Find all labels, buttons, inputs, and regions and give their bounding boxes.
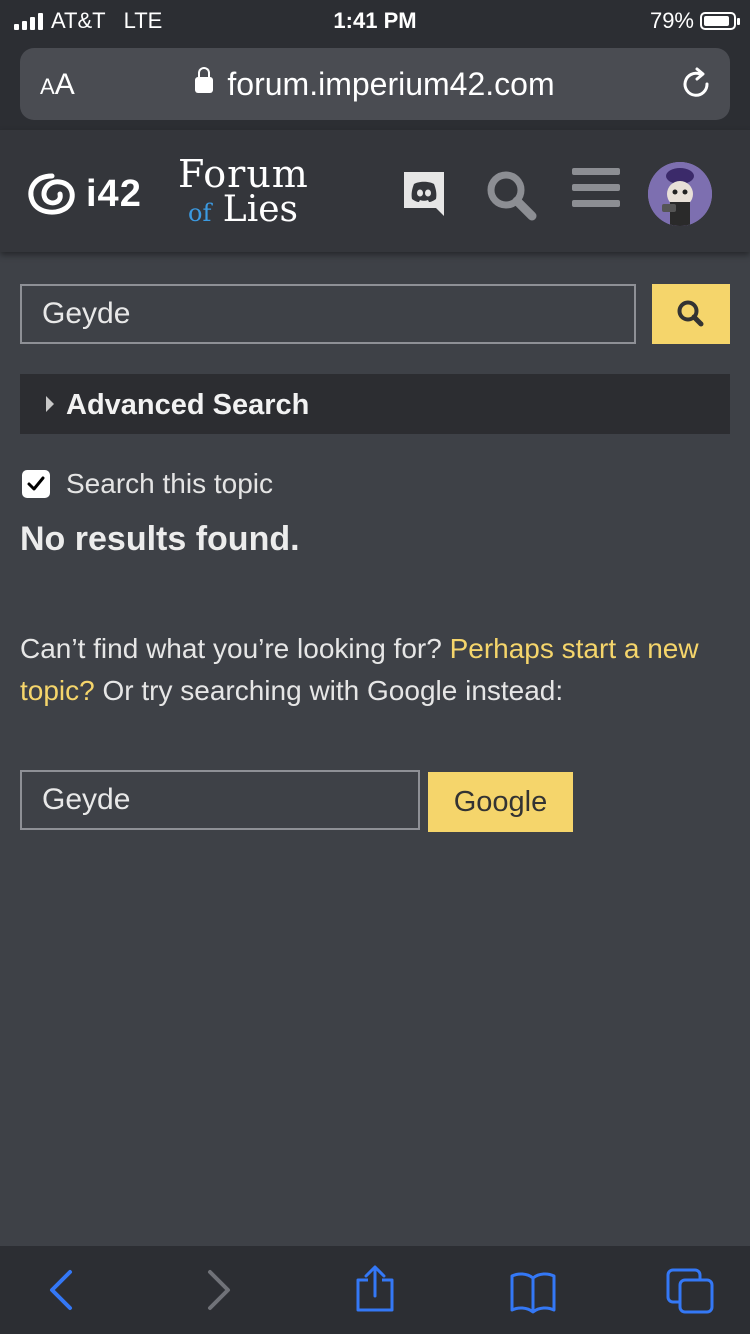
browser-toolbar (0, 1246, 750, 1334)
advanced-search-toggle[interactable]: Advanced Search (20, 374, 730, 434)
search-input[interactable] (20, 284, 636, 344)
site-header: i42 Forum of Lies (0, 130, 750, 252)
search-icon[interactable] (484, 168, 538, 222)
forum-of-lies-logo[interactable]: Forum of Lies (178, 152, 309, 231)
help-prefix: Can’t find what you’re looking for? (20, 633, 442, 664)
battery-percent: 79% (649, 8, 694, 33)
lock-icon (195, 67, 214, 93)
swirl-icon (28, 173, 75, 215)
disclosure-triangle-icon (46, 396, 54, 412)
search-icon (677, 300, 704, 327)
discord-icon[interactable] (400, 168, 448, 218)
checkmark-icon (27, 476, 45, 491)
advanced-search-label: Advanced Search (66, 389, 310, 421)
url-display[interactable]: forum.imperium42.com (20, 66, 730, 103)
user-avatar[interactable] (648, 162, 712, 226)
status-right: 79% (649, 8, 740, 34)
help-text: Can’t find what you’re looking for? Perh… (20, 628, 720, 712)
bookmarks-icon[interactable] (508, 1270, 558, 1314)
address-bar[interactable]: AA forum.imperium42.com (20, 48, 730, 120)
search-topic-checkbox[interactable] (22, 470, 50, 498)
forum-logo-of: of (188, 199, 212, 227)
browser-chrome: AA forum.imperium42.com (0, 40, 750, 130)
google-search-button[interactable]: Google (428, 772, 573, 832)
help-suffix: Or try searching with Google instead: (102, 675, 564, 706)
status-bar: AT&T LTE 1:41 PM 79% (0, 0, 750, 40)
back-arrow-icon[interactable] (44, 1268, 80, 1312)
url-text: forum.imperium42.com (227, 66, 555, 102)
clock: 1:41 PM (333, 8, 417, 33)
i42-logo[interactable]: i42 (24, 170, 142, 218)
google-search-input[interactable] (20, 770, 420, 830)
search-topic-label: Search this topic (66, 468, 273, 499)
battery-icon (700, 12, 740, 30)
search-topic-option[interactable]: Search this topic (22, 468, 273, 500)
reload-icon[interactable] (678, 66, 714, 102)
avatar-image (648, 162, 712, 226)
search-button[interactable] (652, 284, 730, 344)
forum-logo-line1: Forum (178, 152, 309, 196)
forward-arrow-icon[interactable] (200, 1268, 236, 1312)
tabs-icon[interactable] (664, 1266, 716, 1316)
forum-logo-line2: Lies (222, 189, 298, 230)
share-icon[interactable] (352, 1264, 398, 1314)
hamburger-menu-icon[interactable] (572, 168, 620, 216)
i42-logo-text: i42 (86, 172, 142, 215)
no-results-message: No results found. (20, 520, 300, 558)
